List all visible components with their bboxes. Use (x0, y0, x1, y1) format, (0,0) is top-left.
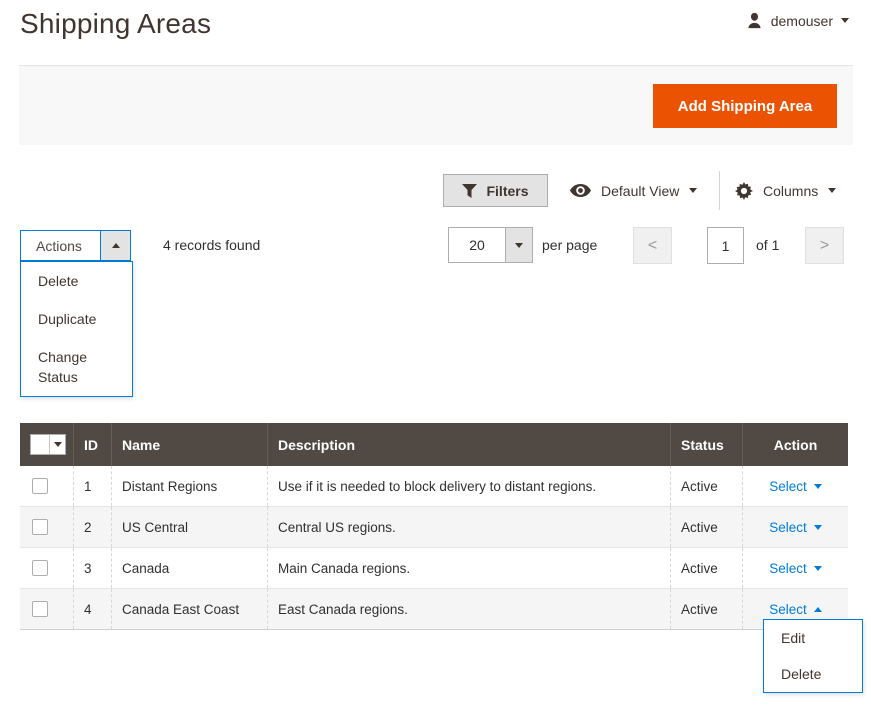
row-select-action[interactable]: Select (769, 561, 822, 576)
filter-funnel-icon (462, 184, 477, 198)
per-page-select[interactable]: 20 (448, 227, 533, 263)
next-page-button[interactable]: > (805, 227, 844, 264)
row-checkbox[interactable] (32, 560, 48, 576)
columns-caret-icon (828, 188, 836, 193)
select-all-caret-icon (54, 442, 62, 447)
select-caret-down-icon (814, 484, 822, 489)
table-row: 3 Canada Main Canada regions. Active Sel… (20, 548, 848, 589)
per-page-label: per page (542, 237, 597, 253)
row-status: Active (670, 507, 742, 547)
default-view-label: Default View (601, 183, 679, 199)
row-select-action-open[interactable]: Select (769, 602, 822, 617)
select-all-checkbox[interactable] (31, 435, 49, 454)
toolbar-divider (719, 171, 720, 210)
row-checkbox[interactable] (32, 601, 48, 617)
table-row: 1 Distant Regions Use if it is needed to… (20, 466, 848, 507)
filters-button[interactable]: Filters (443, 174, 548, 207)
row-select-action[interactable]: Select (769, 479, 822, 494)
filters-label: Filters (486, 183, 528, 199)
shipping-areas-page: Shipping Areas demouser Add Shipping Are… (0, 0, 871, 711)
user-avatar-icon (746, 12, 763, 29)
actions-caret-button[interactable] (100, 231, 130, 260)
grid-header-description[interactable]: Description (267, 423, 670, 466)
grid-header-action: Action (742, 423, 848, 466)
default-view-dropdown[interactable]: Default View (570, 174, 697, 207)
row-select-label: Select (769, 602, 807, 617)
page-title: Shipping Areas (20, 8, 211, 40)
row-id: 4 (73, 589, 111, 629)
row-select-label: Select (769, 520, 807, 535)
actions-button-label[interactable]: Actions (21, 231, 100, 260)
row-name: Canada (111, 548, 267, 588)
user-name: demouser (771, 13, 833, 29)
table-row: 4 Canada East Coast East Canada regions.… (20, 589, 848, 630)
row-status: Active (670, 548, 742, 588)
row-description: East Canada regions. (267, 589, 670, 629)
row-name: US Central (111, 507, 267, 547)
grid-header-select-all (20, 423, 73, 466)
add-shipping-area-button[interactable]: Add Shipping Area (653, 84, 837, 128)
shipping-areas-grid: ID Name Description Status Action 1 Dist… (20, 423, 848, 630)
select-all-caret-button[interactable] (49, 435, 65, 454)
actions-caret-up-icon (112, 243, 120, 248)
select-caret-down-icon (814, 525, 822, 530)
row-status: Active (670, 466, 742, 506)
grid-header-row: ID Name Description Status Action (20, 423, 848, 466)
row-status: Active (670, 589, 742, 629)
row-select-label: Select (769, 561, 807, 576)
current-page-input[interactable] (707, 227, 744, 264)
actions-menu-item-delete[interactable]: Delete (21, 262, 132, 300)
user-menu-caret-icon (841, 18, 849, 23)
per-page-value: 20 (449, 228, 505, 262)
columns-label: Columns (763, 183, 818, 199)
gear-icon (735, 182, 753, 200)
select-all-control[interactable] (30, 434, 66, 455)
previous-page-button[interactable]: < (633, 227, 672, 264)
select-caret-down-icon (814, 566, 822, 571)
row-action-menu-item-edit[interactable]: Edit (764, 620, 862, 656)
per-page-caret-button[interactable] (505, 228, 532, 262)
user-menu[interactable]: demouser (746, 12, 849, 29)
row-name: Distant Regions (111, 466, 267, 506)
default-view-caret-icon (689, 188, 697, 193)
row-action-menu-item-delete[interactable]: Delete (764, 656, 862, 692)
actions-split-button[interactable]: Actions (20, 230, 131, 261)
select-caret-up-icon (814, 607, 822, 612)
per-page-caret-icon (515, 243, 523, 248)
row-description: Central US regions. (267, 507, 670, 547)
row-checkbox[interactable] (32, 478, 48, 494)
columns-dropdown[interactable]: Columns (735, 174, 836, 207)
row-action-menu: Edit Delete (763, 619, 863, 693)
records-found-text: 4 records found (163, 237, 260, 253)
row-description: Use if it is needed to block delivery to… (267, 466, 670, 506)
actions-menu: Delete Duplicate Change Status (20, 261, 133, 397)
row-id: 2 (73, 507, 111, 547)
table-row: 2 US Central Central US regions. Active … (20, 507, 848, 548)
grid-header-id[interactable]: ID (73, 423, 111, 466)
actions-menu-item-change-status[interactable]: Change Status (21, 338, 132, 396)
row-id: 3 (73, 548, 111, 588)
page-count-label: of 1 (756, 237, 779, 253)
eye-icon (570, 184, 591, 197)
row-select-action[interactable]: Select (769, 520, 822, 535)
grid-header-name[interactable]: Name (111, 423, 267, 466)
grid-header-status[interactable]: Status (670, 423, 742, 466)
row-id: 1 (73, 466, 111, 506)
row-select-label: Select (769, 479, 807, 494)
row-checkbox[interactable] (32, 519, 48, 535)
row-name: Canada East Coast (111, 589, 267, 629)
row-description: Main Canada regions. (267, 548, 670, 588)
actions-menu-item-duplicate[interactable]: Duplicate (21, 300, 132, 338)
